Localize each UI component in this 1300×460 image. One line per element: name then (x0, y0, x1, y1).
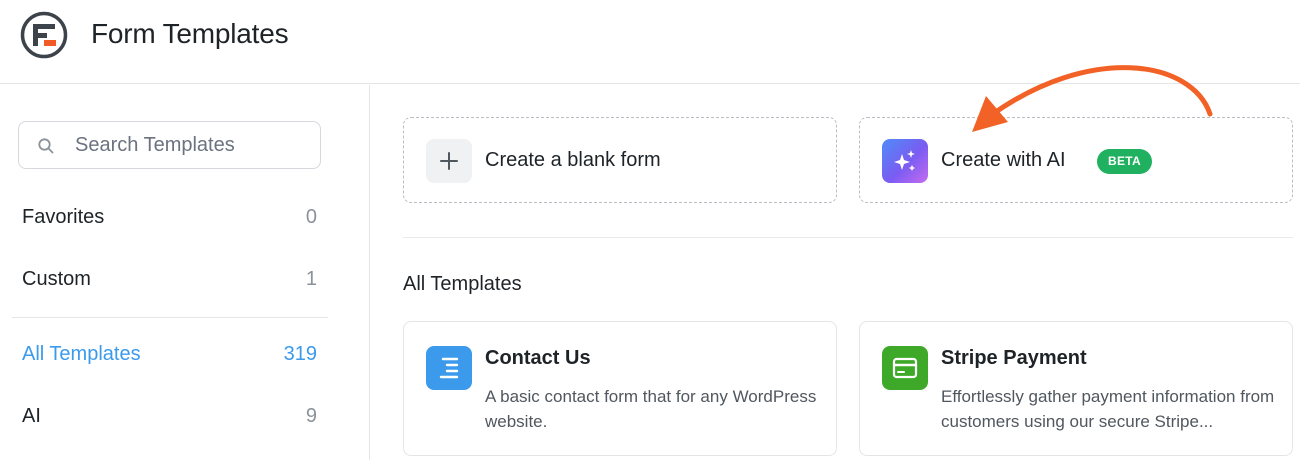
category-count: 319 (283, 343, 317, 365)
sidebar: Favorites 0 Custom 1 All Templates 319 A… (0, 85, 370, 460)
sparkles-icon (882, 139, 928, 183)
search-icon (38, 138, 54, 154)
category-ai[interactable]: AI 9 (22, 405, 317, 435)
create-with-ai-label: Create with AI (941, 149, 1066, 171)
beta-badge: BETA (1097, 149, 1152, 174)
category-count: 1 (305, 268, 317, 290)
formidable-logo-icon[interactable] (20, 11, 68, 59)
text-align-icon (426, 346, 472, 390)
template-title: Contact Us (485, 347, 591, 369)
template-description: Effortlessly gather payment information … (941, 387, 1275, 431)
template-title: Stripe Payment (941, 347, 1087, 369)
search-input[interactable] (75, 122, 315, 168)
credit-card-icon (882, 346, 928, 390)
annotation-arrow-icon (972, 65, 1213, 132)
category-count: 9 (305, 405, 317, 427)
section-title: All Templates (403, 273, 522, 295)
template-card-contact-us[interactable]: Contact Us A basic contact form that for… (403, 321, 837, 456)
page-title: Form Templates (91, 18, 289, 49)
category-favorites[interactable]: Favorites 0 (22, 206, 317, 236)
create-blank-form-label: Create a blank form (485, 149, 661, 171)
category-label: All Templates (22, 343, 141, 365)
category-all-templates[interactable]: All Templates 319 (22, 343, 317, 373)
search-box[interactable] (18, 121, 321, 169)
template-description: A basic contact form that for any WordPr… (485, 387, 817, 431)
template-card-stripe-payment[interactable]: Stripe Payment Effortlessly gather payme… (859, 321, 1293, 456)
sidebar-divider (12, 317, 328, 318)
category-label: Custom (22, 268, 91, 290)
category-custom[interactable]: Custom 1 (22, 268, 317, 298)
content-divider (403, 237, 1293, 238)
category-label: Favorites (22, 206, 105, 228)
create-blank-form-button[interactable]: Create a blank form (403, 117, 837, 203)
plus-icon (426, 139, 472, 183)
category-label: AI (22, 405, 41, 427)
category-count: 0 (305, 206, 317, 228)
